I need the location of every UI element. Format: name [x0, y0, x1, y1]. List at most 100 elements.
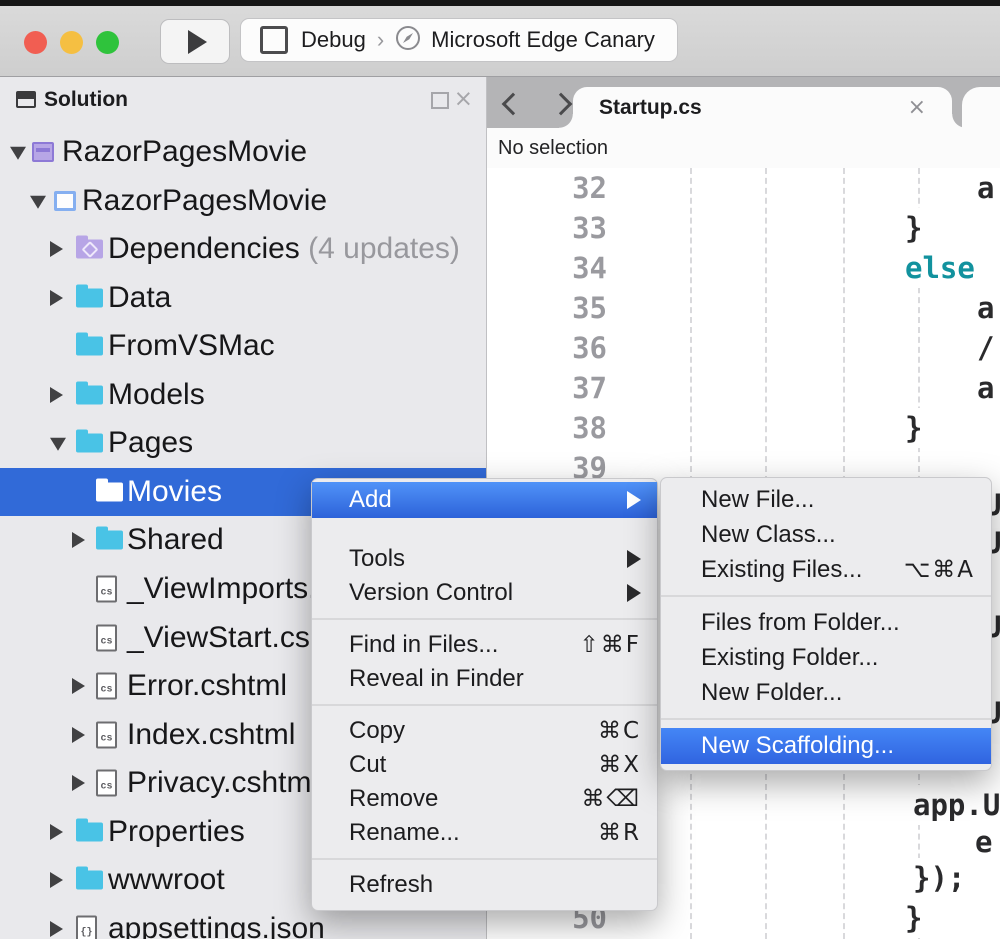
expand-arrow-icon[interactable] [50, 824, 63, 840]
file-icon: cs [96, 576, 117, 603]
folder-icon [96, 531, 123, 550]
pad-close-icon[interactable]: × [454, 86, 473, 112]
tab-close-icon[interactable]: × [908, 95, 926, 120]
pad-dock-icon[interactable] [431, 92, 449, 109]
solution-pad-icon [16, 91, 36, 108]
tree-item-models[interactable]: Models [0, 371, 486, 419]
file-icon: cs [96, 625, 117, 652]
menu-item-new-scaffolding[interactable]: New Scaffolding... [661, 728, 991, 764]
window-toolbar: Debug › Microsoft Edge Canary [0, 6, 1000, 77]
menu-item-new-class[interactable]: New Class... [661, 517, 991, 552]
vs-mac-window: { "titlebar": { "traffic_lights": {"clos… [0, 0, 1000, 939]
expand-arrow-icon[interactable] [72, 678, 85, 694]
menu-item-label: Files from Folder... [701, 609, 900, 637]
menu-item-version-control[interactable]: Version Control [312, 576, 657, 610]
code-line: 36/ [487, 328, 1000, 368]
code-line: 33} [487, 208, 1000, 248]
menu-item-label: Existing Folder... [701, 644, 878, 672]
collapse-arrow-icon[interactable] [30, 196, 46, 209]
file-icon-label: {} [78, 928, 95, 939]
code-text: e [975, 822, 992, 862]
code-text: a [977, 168, 994, 208]
menu-item-add[interactable]: Add [312, 482, 657, 518]
menu-item-label: Copy [349, 717, 405, 745]
menu-item-shortcut: ⌘X [598, 752, 641, 778]
menu-item-rename[interactable]: Rename...⌘R [312, 816, 657, 850]
tree-item-label: Index.cshtml [127, 718, 295, 752]
menu-separator [661, 595, 991, 597]
menu-item-new-file[interactable]: New File... [661, 482, 991, 517]
line-number: 36 [497, 328, 607, 368]
packages-folder-icon [76, 240, 103, 259]
expand-arrow-icon[interactable] [72, 532, 85, 548]
tree-item-data[interactable]: Data [0, 274, 486, 322]
tree-item-fromvsmac[interactable]: FromVSMac [0, 322, 486, 370]
tab-startup-cs[interactable]: Startup.cs × [573, 87, 952, 128]
browser-compass-icon [395, 25, 421, 56]
file-icon-label: cs [98, 734, 115, 745]
folder-icon [76, 871, 103, 890]
code-text: } [905, 208, 928, 248]
collapse-arrow-icon[interactable] [10, 147, 26, 160]
line-number: 32 [497, 168, 607, 208]
menu-item-label: Add [349, 486, 392, 514]
tab-partial-next[interactable] [962, 87, 1000, 128]
expand-arrow-icon[interactable] [50, 387, 63, 403]
navigate-forward-icon[interactable] [550, 93, 573, 116]
tree-item-razorpagesmovie[interactable]: RazorPagesMovie [0, 128, 486, 176]
line-number: 38 [497, 408, 607, 448]
menu-item-existing-folder[interactable]: Existing Folder... [661, 640, 991, 675]
menu-item-reveal-in-finder[interactable]: Reveal in Finder [312, 662, 657, 696]
menu-item-copy[interactable]: Copy⌘C [312, 714, 657, 748]
traffic-light-minimize[interactable] [60, 31, 83, 54]
menu-item-existing-files[interactable]: Existing Files...⌥⌘A [661, 552, 991, 587]
expand-arrow-icon[interactable] [50, 241, 63, 257]
menu-item-refresh[interactable]: Refresh [312, 868, 657, 902]
device-icon [260, 26, 288, 54]
menu-item-label: New Folder... [701, 679, 842, 707]
menu-item-label: New Class... [701, 521, 836, 549]
folder-icon [76, 434, 103, 453]
code-text: } [905, 408, 928, 448]
folder-icon [96, 483, 123, 502]
file-icon-label: cs [98, 588, 115, 599]
run-configuration-picker[interactable]: Debug › Microsoft Edge Canary [240, 18, 678, 62]
menu-item-label: Find in Files... [349, 631, 498, 659]
code-line: 35a [487, 288, 1000, 328]
tree-item-label: Privacy.cshtml [127, 766, 318, 800]
menu-item-files-from-folder[interactable]: Files from Folder... [661, 605, 991, 640]
tree-item-dependencies[interactable]: Dependencies (4 updates) [0, 225, 486, 273]
tree-item-label: RazorPagesMovie [82, 184, 327, 218]
expand-arrow-icon[interactable] [50, 872, 63, 888]
folder-icon [76, 337, 103, 356]
menu-item-label: Tools [349, 545, 405, 573]
navigate-back-icon[interactable] [502, 93, 525, 116]
menu-item-cut[interactable]: Cut⌘X [312, 748, 657, 782]
menu-separator [312, 858, 657, 860]
solution-pad-header: Solution × [0, 77, 486, 125]
menu-item-tools[interactable]: Tools [312, 542, 657, 576]
tree-item-label: FromVSMac [108, 329, 275, 363]
menu-item-remove[interactable]: Remove⌘⌫ [312, 782, 657, 816]
collapse-arrow-icon[interactable] [50, 438, 66, 451]
menu-item-find-in-files[interactable]: Find in Files...⇧⌘F [312, 628, 657, 662]
play-icon [188, 30, 207, 54]
tree-item-pages[interactable]: Pages [0, 419, 486, 467]
expand-arrow-icon[interactable] [72, 775, 85, 791]
run-config-label: Debug [301, 27, 366, 53]
expand-arrow-icon[interactable] [50, 290, 63, 306]
code-line: 32 a [487, 168, 1000, 208]
tree-item-razorpagesmovie[interactable]: RazorPagesMovie [0, 177, 486, 225]
traffic-light-close[interactable] [24, 31, 47, 54]
menu-item-label: Version Control [349, 579, 513, 607]
breadcrumb-text: No selection [498, 137, 608, 160]
traffic-light-zoom[interactable] [96, 31, 119, 54]
run-button[interactable] [160, 19, 230, 64]
menu-item-new-folder[interactable]: New Folder... [661, 675, 991, 710]
line-number: 33 [497, 208, 607, 248]
expand-arrow-icon[interactable] [72, 727, 85, 743]
code-line: 37a [487, 368, 1000, 408]
submenu-arrow-icon [627, 584, 641, 602]
menu-item-label: Existing Files... [701, 556, 862, 584]
expand-arrow-icon[interactable] [50, 921, 63, 937]
